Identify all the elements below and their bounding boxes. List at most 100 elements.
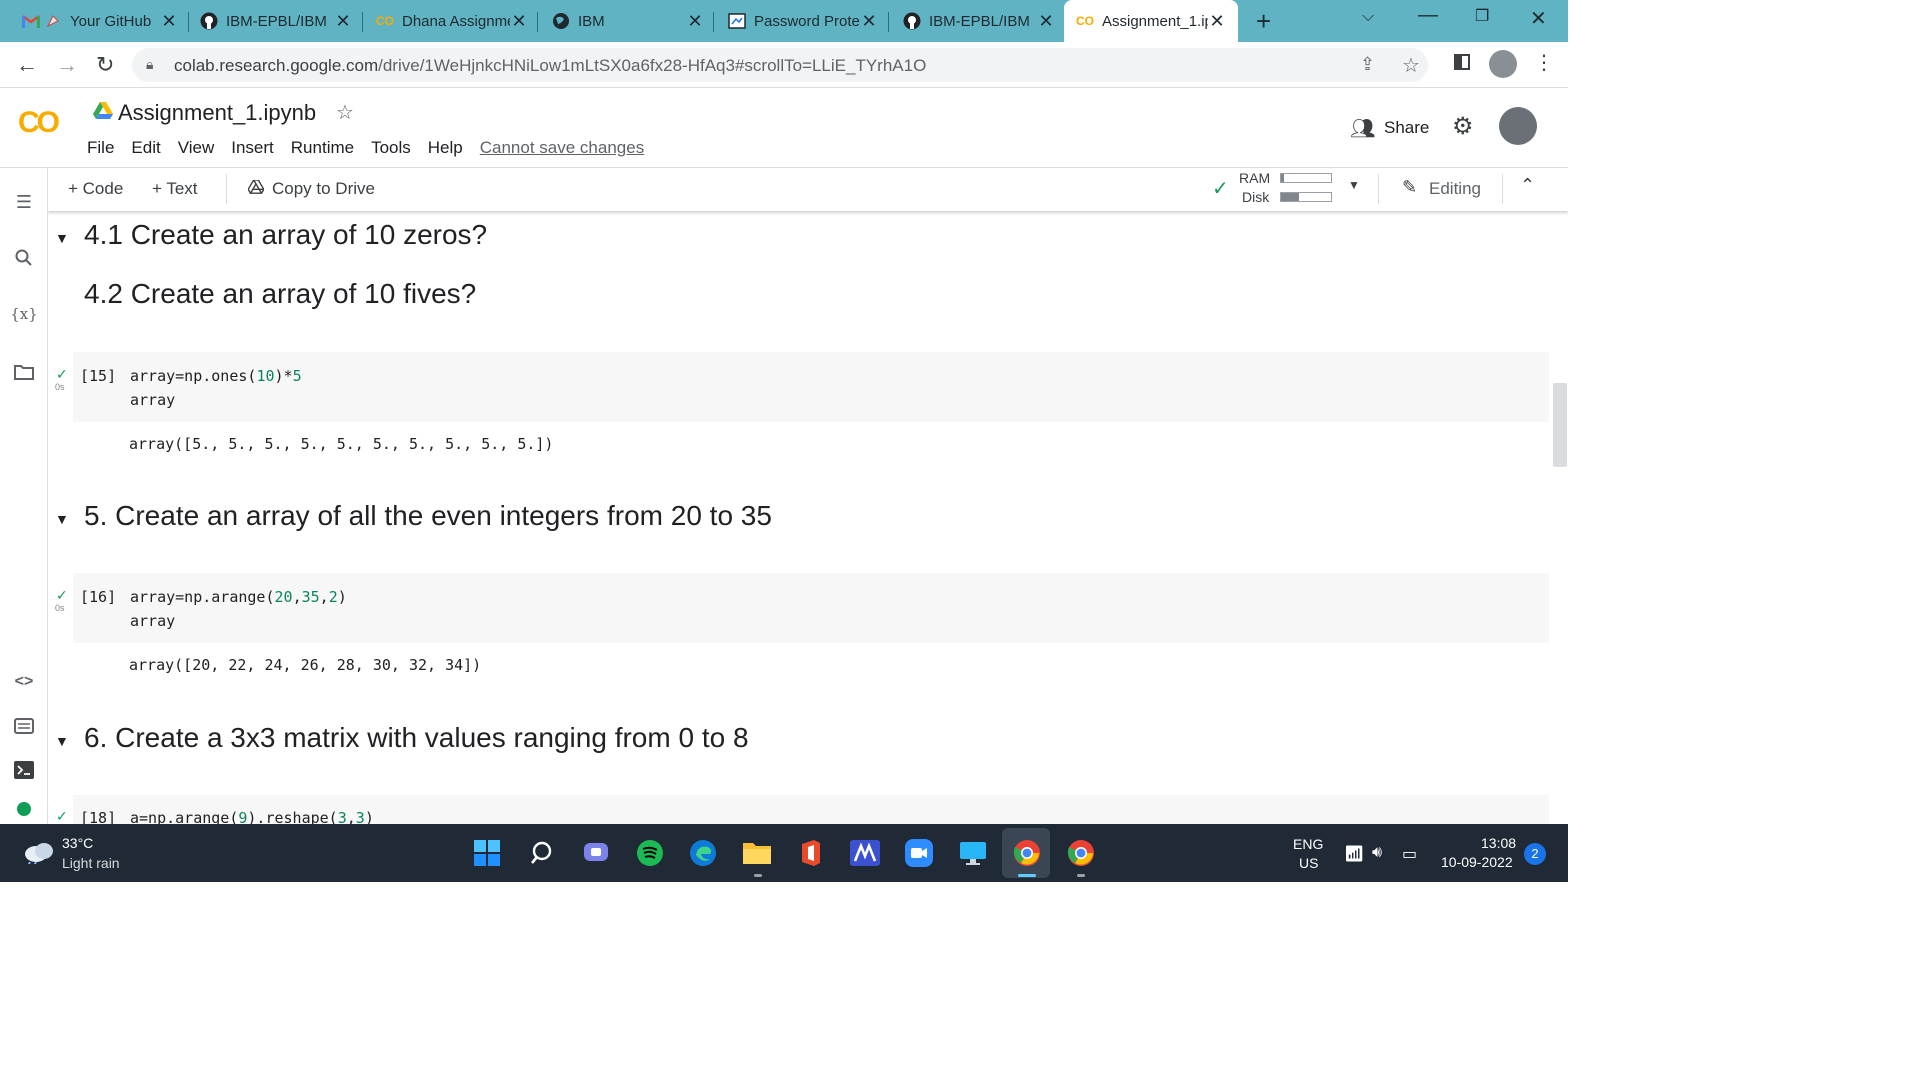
- avatar[interactable]: [1489, 50, 1517, 78]
- search-icon[interactable]: [525, 836, 559, 870]
- weather-desc[interactable]: Light rain: [62, 855, 120, 871]
- code-line[interactable]: array=np.arange(20,35,2): [130, 588, 347, 606]
- menu-help[interactable]: Help: [428, 138, 463, 158]
- runtime-dropdown-icon[interactable]: ▼: [1348, 178, 1360, 192]
- section-collapse-caret[interactable]: ▼: [55, 230, 69, 246]
- run-success-icon: ✓: [56, 808, 68, 824]
- browser-tab[interactable]: CO Dhana Assignment ✕: [376, 0, 528, 42]
- address-bar[interactable]: 🔒︎ colab.research.google.com/drive/1WeHj…: [132, 48, 1428, 82]
- close-icon[interactable]: ✕: [510, 11, 528, 32]
- close-icon[interactable]: ✕: [686, 11, 704, 32]
- cannot-save-link[interactable]: Cannot save changes: [480, 138, 644, 158]
- code-line[interactable]: array=np.ones(10)*5: [130, 367, 302, 385]
- back-arrow-icon[interactable]: ←: [16, 52, 38, 78]
- cell-prompt[interactable]: [16]: [80, 588, 116, 606]
- clock-time[interactable]: 13:08: [1481, 835, 1516, 851]
- close-icon[interactable]: ✕: [160, 11, 178, 32]
- section-heading: 6. Create a 3x3 matrix with values rangi…: [84, 722, 749, 753]
- clock-date[interactable]: 10-09-2022: [1441, 854, 1513, 870]
- editing-mode-button[interactable]: Editing: [1429, 179, 1481, 199]
- close-icon[interactable]: ✕: [1208, 11, 1226, 32]
- forward-arrow-icon[interactable]: →: [56, 52, 78, 78]
- star-icon[interactable]: ☆: [1402, 53, 1420, 78]
- scrollbar-thumb[interactable]: [1553, 383, 1567, 467]
- user-avatar[interactable]: [1499, 107, 1537, 145]
- cell-prompt[interactable]: [18]: [80, 809, 116, 824]
- code-line[interactable]: array: [130, 391, 175, 409]
- zoom-icon[interactable]: [902, 836, 936, 870]
- url-text[interactable]: colab.research.google.com/drive/1WeHjnkc…: [174, 56, 926, 76]
- browser-tab[interactable]: Your GitHub ✕: [22, 0, 178, 42]
- terminal-icon[interactable]: [12, 758, 36, 782]
- close-icon[interactable]: ✕: [1037, 11, 1055, 32]
- kebab-menu-icon[interactable]: ⋮: [1534, 50, 1554, 75]
- remote-desktop-icon[interactable]: [956, 836, 990, 870]
- menu-file[interactable]: File: [87, 138, 114, 158]
- browser-tab[interactable]: IBM-EPBL/IBM ✕: [200, 0, 352, 42]
- section-heading: 4.2 Create an array of 10 fives?: [84, 278, 477, 309]
- office-icon[interactable]: [794, 836, 828, 870]
- close-icon[interactable]: ✕: [334, 11, 352, 32]
- restore-button[interactable]: ❐: [1475, 6, 1489, 26]
- close-icon[interactable]: ✕: [860, 11, 878, 32]
- menu-edit[interactable]: Edit: [131, 138, 160, 158]
- search-icon[interactable]: [12, 246, 36, 270]
- folder-icon[interactable]: [12, 360, 36, 384]
- share-button[interactable]: Share: [1384, 118, 1429, 138]
- chrome-icon[interactable]: [1064, 836, 1098, 870]
- code-line[interactable]: a=np.arange(9).reshape(3,3): [130, 809, 374, 824]
- browser-tab[interactable]: IBM-EPBL/IBM ✕: [903, 0, 1055, 42]
- volume-icon[interactable]: 🔊︎: [1372, 844, 1382, 862]
- mathworks-icon[interactable]: [848, 836, 882, 870]
- copy-to-drive-button[interactable]: Copy to Drive: [272, 179, 375, 199]
- windows-start-icon[interactable]: [470, 836, 504, 870]
- menu-insert[interactable]: Insert: [231, 138, 274, 158]
- variables-icon[interactable]: {x}: [10, 302, 38, 326]
- collapse-chevron-icon[interactable]: ⌃: [1520, 175, 1535, 196]
- notification-badge[interactable]: 2: [1524, 843, 1546, 865]
- code-cell[interactable]: [73, 573, 1549, 643]
- battery-icon[interactable]: ▭: [1402, 844, 1417, 864]
- add-code-button[interactable]: + Code: [68, 179, 123, 199]
- toc-icon[interactable]: ☰: [12, 190, 36, 214]
- menu-runtime[interactable]: Runtime: [291, 138, 354, 158]
- cell-prompt[interactable]: [15]: [80, 367, 116, 385]
- weather-temp[interactable]: 33°C: [62, 835, 93, 851]
- region-code[interactable]: US: [1299, 855, 1318, 871]
- browser-tab[interactable]: Password Protection ✕: [728, 0, 878, 42]
- globe-icon: [552, 12, 570, 30]
- spotify-icon[interactable]: [633, 836, 667, 870]
- tab-title: IBM-EPBL/IBM: [226, 12, 327, 30]
- wifi-icon[interactable]: 📶︎: [1344, 844, 1364, 864]
- browser-tab[interactable]: IBM ✕: [552, 0, 704, 42]
- colab-logo[interactable]: CO: [18, 106, 60, 140]
- reload-icon[interactable]: ↻: [96, 52, 114, 78]
- edge-icon[interactable]: [686, 836, 720, 870]
- section-collapse-caret[interactable]: ▼: [55, 511, 69, 527]
- star-icon[interactable]: ☆: [336, 100, 354, 125]
- notebook-title[interactable]: Assignment_1.ipynb: [118, 100, 316, 126]
- menu-tools[interactable]: Tools: [371, 138, 411, 158]
- command-palette-icon[interactable]: [12, 714, 36, 738]
- code-cell[interactable]: [73, 352, 1549, 422]
- share-icon[interactable]: ⇪: [1360, 54, 1375, 75]
- code-line[interactable]: array: [130, 612, 175, 630]
- run-success-icon: ✓: [56, 587, 68, 603]
- code-snippets-icon[interactable]: <>: [12, 670, 36, 694]
- close-window-button[interactable]: ✕: [1530, 6, 1547, 31]
- menu-view[interactable]: View: [178, 138, 215, 158]
- section-collapse-caret[interactable]: ▼: [55, 733, 69, 749]
- add-text-button[interactable]: + Text: [152, 179, 198, 199]
- run-duration: 0s: [55, 382, 65, 392]
- chevron-down-icon[interactable]: ⌵: [1362, 8, 1374, 26]
- teams-chat-icon[interactable]: [579, 836, 613, 870]
- sidepanel-icon[interactable]: [1454, 54, 1470, 70]
- chrome-icon[interactable]: [1010, 836, 1044, 870]
- file-explorer-icon[interactable]: [740, 836, 774, 870]
- minimize-button[interactable]: —: [1418, 4, 1438, 27]
- gear-icon[interactable]: ⚙: [1452, 112, 1474, 141]
- section-heading: 4.1 Create an array of 10 zeros?: [84, 219, 488, 250]
- new-tab-button[interactable]: +: [1256, 6, 1271, 37]
- language-code[interactable]: ENG: [1293, 836, 1323, 852]
- browser-tab-active[interactable]: CO Assignment_1.ipynb ✕: [1064, 0, 1238, 42]
